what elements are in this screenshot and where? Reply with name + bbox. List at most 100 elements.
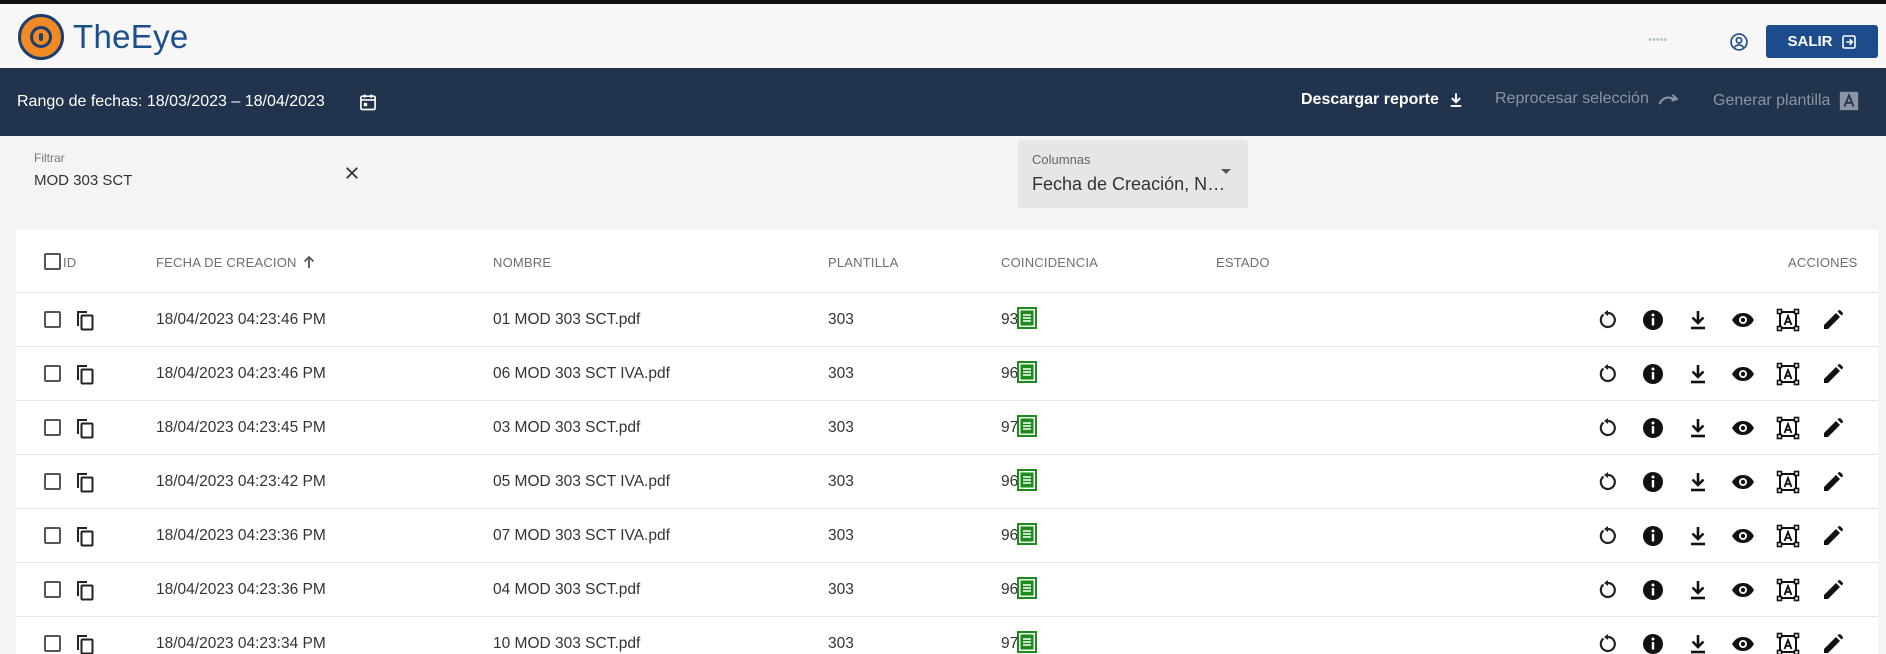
row-checkbox[interactable] bbox=[44, 527, 61, 544]
reprocess-icon[interactable] bbox=[1596, 362, 1620, 386]
reprocess-icon[interactable] bbox=[1596, 578, 1620, 602]
download-icon[interactable] bbox=[1686, 578, 1710, 602]
cell-created: 18/04/2023 04:23:36 PM bbox=[156, 527, 326, 544]
account-circle-icon[interactable] bbox=[1729, 32, 1749, 52]
table-row: 18/04/2023 04:23:42 PM 05 MOD 303 SCT IV… bbox=[16, 455, 1878, 509]
view-icon[interactable] bbox=[1731, 362, 1755, 386]
view-icon[interactable] bbox=[1731, 308, 1755, 332]
download-report-label: Descargar reporte bbox=[1301, 91, 1439, 108]
cell-created: 18/04/2023 04:23:34 PM bbox=[156, 635, 326, 652]
edit-icon[interactable] bbox=[1821, 308, 1845, 332]
reprocess-selection-label: Reprocesar selección bbox=[1495, 90, 1649, 107]
download-icon[interactable] bbox=[1686, 632, 1710, 654]
report-toolbar: Rango de fechas: 18/03/2023 – 18/04/2023… bbox=[0, 68, 1886, 136]
row-checkbox[interactable] bbox=[44, 635, 61, 652]
download-report-button[interactable]: Descargar reporte bbox=[1301, 90, 1465, 110]
reprocess-icon[interactable] bbox=[1596, 632, 1620, 654]
reprocess-selection-button[interactable]: Reprocesar selección bbox=[1495, 90, 1681, 108]
edit-icon[interactable] bbox=[1821, 632, 1845, 654]
document-status-icon bbox=[1016, 630, 1038, 654]
info-icon[interactable] bbox=[1641, 632, 1665, 654]
copy-icon[interactable] bbox=[73, 308, 97, 332]
reprocess-icon[interactable] bbox=[1596, 524, 1620, 548]
logout-button[interactable]: SALIR bbox=[1766, 25, 1878, 58]
cell-name: 04 MOD 303 SCT.pdf bbox=[493, 581, 641, 598]
header-created-label: FECHA DE CREACION bbox=[156, 255, 297, 270]
template-icon[interactable] bbox=[1776, 362, 1800, 386]
template-icon[interactable] bbox=[1776, 524, 1800, 548]
cell-template: 303 bbox=[828, 581, 854, 598]
reprocess-icon[interactable] bbox=[1596, 416, 1620, 440]
template-icon[interactable] bbox=[1776, 632, 1800, 654]
date-range-label[interactable]: Rango de fechas: 18/03/2023 – 18/04/2023 bbox=[17, 93, 325, 111]
edit-icon[interactable] bbox=[1821, 416, 1845, 440]
template-icon[interactable] bbox=[1776, 416, 1800, 440]
filter-label: Filtrar bbox=[34, 151, 65, 165]
sort-ascending-icon bbox=[303, 255, 315, 269]
reprocess-icon[interactable] bbox=[1596, 470, 1620, 494]
copy-icon[interactable] bbox=[73, 362, 97, 386]
template-icon[interactable] bbox=[1776, 308, 1800, 332]
table-row: 18/04/2023 04:23:45 PM 03 MOD 303 SCT.pd… bbox=[16, 401, 1878, 455]
info-icon[interactable] bbox=[1641, 416, 1665, 440]
select-all-checkbox[interactable] bbox=[44, 253, 61, 270]
info-icon[interactable] bbox=[1641, 524, 1665, 548]
cell-template: 303 bbox=[828, 635, 854, 652]
header-match[interactable]: COINCIDENCIA bbox=[1001, 255, 1098, 270]
download-icon[interactable] bbox=[1686, 308, 1710, 332]
info-icon[interactable] bbox=[1641, 578, 1665, 602]
template-icon[interactable] bbox=[1776, 470, 1800, 494]
reprocess-icon[interactable] bbox=[1596, 308, 1620, 332]
view-icon[interactable] bbox=[1731, 470, 1755, 494]
filter-field[interactable]: Filtrar MOD 303 SCT bbox=[18, 144, 368, 200]
edit-icon[interactable] bbox=[1821, 362, 1845, 386]
template-icon[interactable] bbox=[1776, 578, 1800, 602]
edit-icon[interactable] bbox=[1821, 578, 1845, 602]
cell-created: 18/04/2023 04:23:46 PM bbox=[156, 311, 326, 328]
view-icon[interactable] bbox=[1731, 578, 1755, 602]
copy-icon[interactable] bbox=[73, 524, 97, 548]
cell-created: 18/04/2023 04:23:46 PM bbox=[156, 365, 326, 382]
cell-created: 18/04/2023 04:23:45 PM bbox=[156, 419, 326, 436]
row-checkbox[interactable] bbox=[44, 473, 61, 490]
info-icon[interactable] bbox=[1641, 470, 1665, 494]
copy-icon[interactable] bbox=[73, 632, 97, 654]
row-checkbox[interactable] bbox=[44, 581, 61, 598]
columns-select[interactable]: Columnas Fecha de Creación, N… bbox=[1018, 140, 1248, 208]
cell-template: 303 bbox=[828, 311, 854, 328]
filter-input[interactable]: MOD 303 SCT bbox=[34, 172, 132, 189]
download-icon[interactable] bbox=[1686, 470, 1710, 494]
header-id[interactable]: ID bbox=[63, 255, 76, 270]
row-checkbox[interactable] bbox=[44, 419, 61, 436]
copy-icon[interactable] bbox=[73, 416, 97, 440]
view-icon[interactable] bbox=[1731, 524, 1755, 548]
document-status-icon bbox=[1016, 576, 1038, 600]
top-app-bar: TheEye ••••• SALIR bbox=[0, 0, 1886, 68]
edit-icon[interactable] bbox=[1821, 524, 1845, 548]
cell-template: 303 bbox=[828, 473, 854, 490]
download-icon[interactable] bbox=[1686, 524, 1710, 548]
row-checkbox[interactable] bbox=[44, 311, 61, 328]
download-icon[interactable] bbox=[1686, 416, 1710, 440]
header-status[interactable]: ESTADO bbox=[1216, 255, 1270, 270]
table-row: 18/04/2023 04:23:36 PM 07 MOD 303 SCT IV… bbox=[16, 509, 1878, 563]
header-name[interactable]: NOMBRE bbox=[493, 255, 551, 270]
info-icon[interactable] bbox=[1641, 362, 1665, 386]
header-created[interactable]: FECHA DE CREACION bbox=[156, 255, 315, 270]
clear-icon[interactable] bbox=[343, 164, 361, 182]
calendar-icon[interactable] bbox=[358, 92, 378, 112]
documents-table: ID FECHA DE CREACION NOMBRE PLANTILLA CO… bbox=[16, 230, 1878, 654]
copy-icon[interactable] bbox=[73, 578, 97, 602]
row-checkbox[interactable] bbox=[44, 365, 61, 382]
copy-icon[interactable] bbox=[73, 470, 97, 494]
cell-name: 03 MOD 303 SCT.pdf bbox=[493, 419, 641, 436]
header-template[interactable]: PLANTILLA bbox=[828, 255, 898, 270]
cell-created: 18/04/2023 04:23:42 PM bbox=[156, 473, 326, 490]
download-icon[interactable] bbox=[1686, 362, 1710, 386]
view-icon[interactable] bbox=[1731, 632, 1755, 654]
view-icon[interactable] bbox=[1731, 416, 1755, 440]
info-icon[interactable] bbox=[1641, 308, 1665, 332]
cell-template: 303 bbox=[828, 365, 854, 382]
generate-template-button[interactable]: Generar plantilla bbox=[1713, 90, 1860, 112]
edit-icon[interactable] bbox=[1821, 470, 1845, 494]
